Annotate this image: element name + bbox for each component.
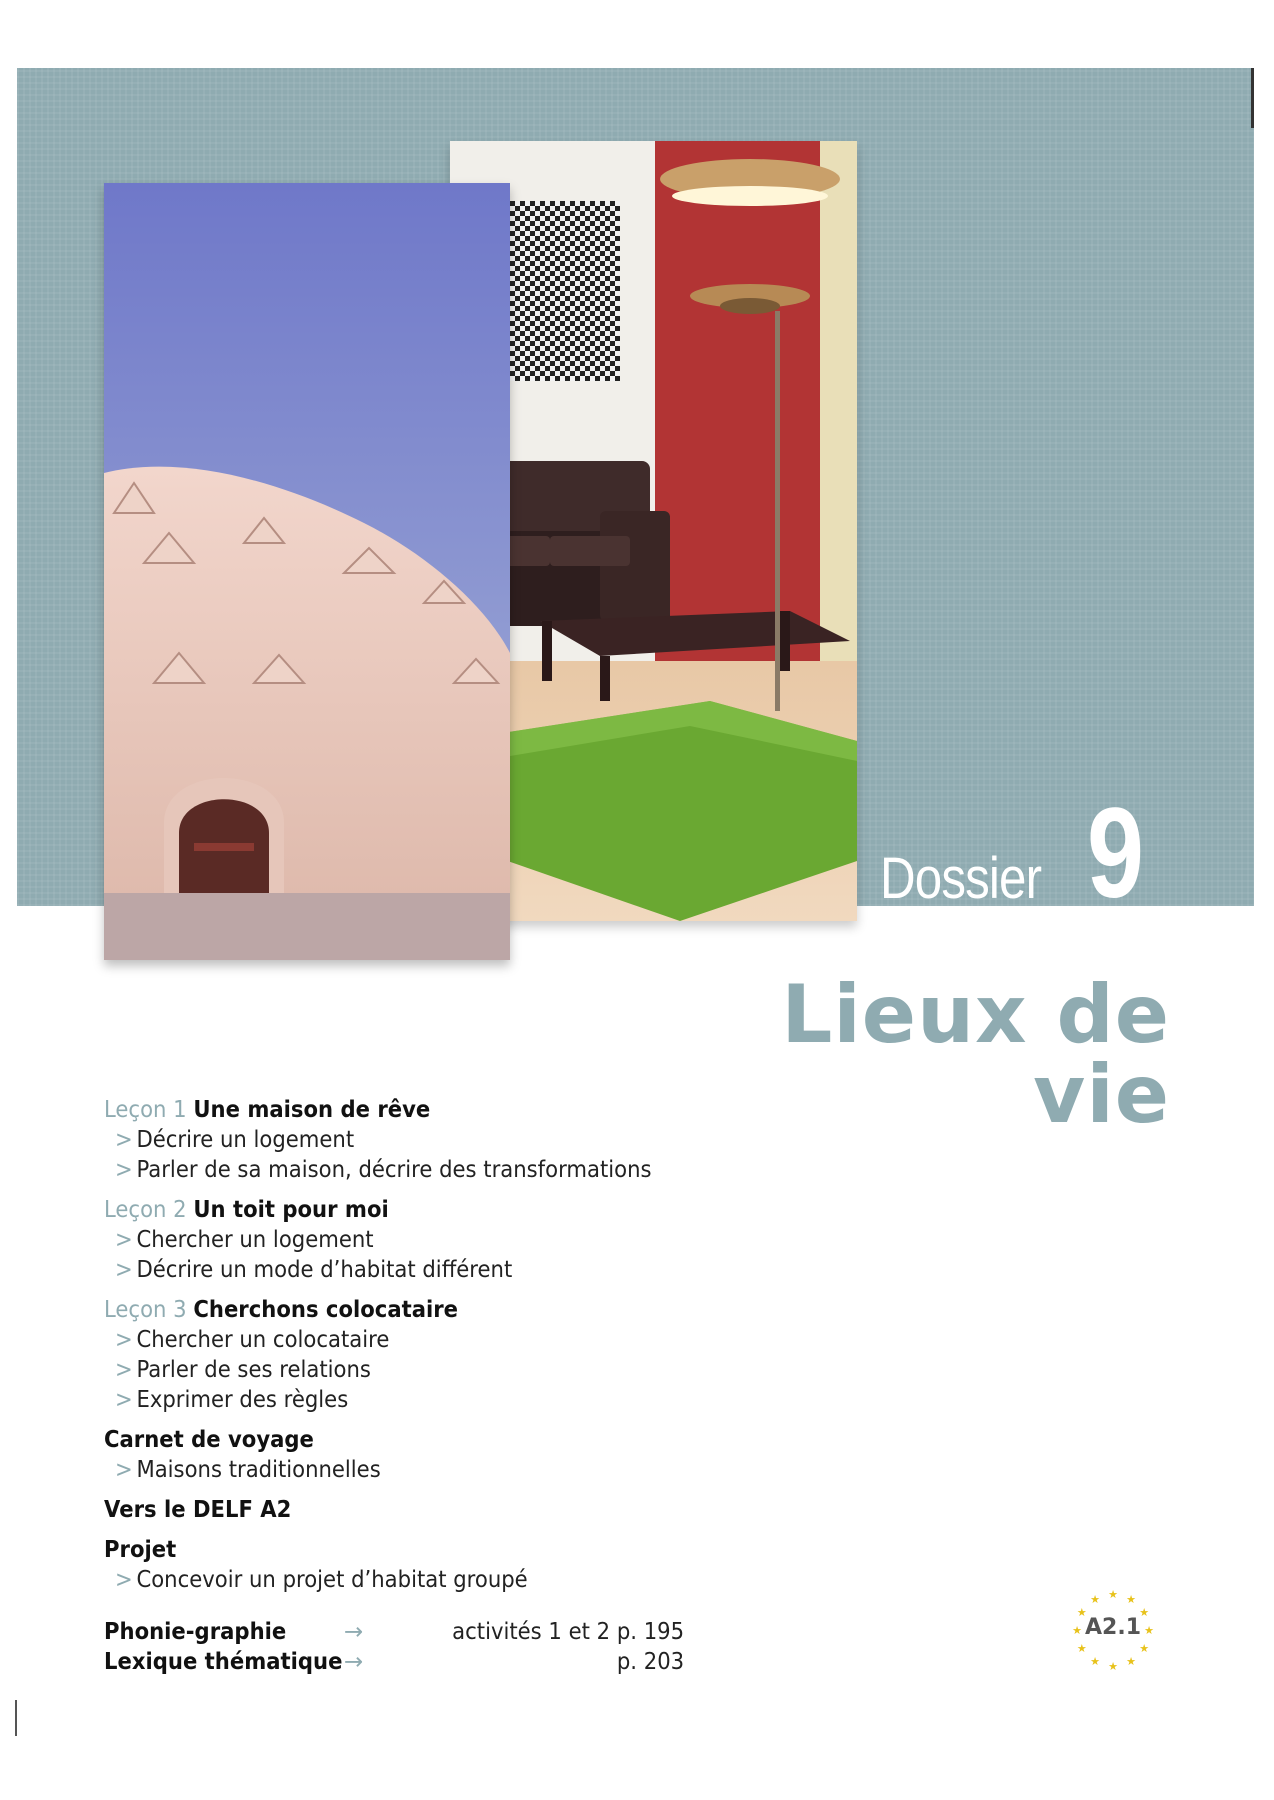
lesson-prefix: Leçon 3 <box>104 1297 187 1323</box>
reference-row: Lexique thématique → p. 203 <box>104 1647 684 1677</box>
page: Dossier 9 Lieux de vie Leçon 1 Une maiso… <box>0 0 1274 1800</box>
carnet-section: Carnet de voyage > Maisons traditionnelle… <box>104 1425 804 1485</box>
list-item: > Chercher un logement <box>104 1225 748 1255</box>
list-item-text: Maisons traditionnelles <box>136 1457 381 1483</box>
projet-section: Projet > Concevoir un projet d’habitat gr… <box>104 1535 804 1595</box>
list-item: > Décrire un logement <box>104 1125 748 1155</box>
star-icon: ★ <box>1126 1593 1136 1606</box>
arrow-right-icon: → <box>344 1649 364 1675</box>
chevron-right-icon: > <box>115 1257 133 1283</box>
lesson-heading: Leçon 3 Cherchons colocataire <box>104 1295 748 1325</box>
level-label: A2.1 <box>1085 1615 1141 1640</box>
chevron-right-icon: > <box>115 1227 133 1253</box>
references: Phonie-graphie → activités 1 et 2 p. 195… <box>104 1617 684 1677</box>
dossier-number: 9 <box>1087 782 1144 925</box>
level-badge: ★ ★ ★ ★ ★ ★ ★ ★ ★ ★ ★ ★ A2.1 <box>1068 1585 1158 1675</box>
star-icon: ★ <box>1090 1655 1100 1668</box>
living-room-photo <box>450 141 857 921</box>
scan-edge-mark <box>1251 68 1254 128</box>
chevron-right-icon: > <box>115 1387 133 1413</box>
star-icon: ★ <box>1139 1642 1149 1655</box>
delf-section: Vers le DELF A2 <box>104 1495 804 1525</box>
star-icon: ★ <box>1108 1660 1118 1673</box>
chevron-right-icon: > <box>115 1457 133 1483</box>
lesson-prefix: Leçon 2 <box>104 1197 187 1223</box>
dossier-label: Dossier 9 <box>880 790 1180 918</box>
star-icon: ★ <box>1108 1588 1118 1601</box>
list-item-text: Chercher un colocataire <box>136 1327 390 1353</box>
arrow-right-icon: → <box>344 1619 364 1645</box>
reference-text: p. 203 <box>616 1649 684 1675</box>
reference-label: Lexique thématique <box>104 1649 343 1675</box>
list-item-text: Exprimer des règles <box>136 1387 349 1413</box>
lesson-3: Leçon 3 Cherchons colocataire > Chercher … <box>104 1295 804 1415</box>
delf-heading: Vers le DELF A2 <box>104 1497 292 1523</box>
list-item-text: Chercher un logement <box>136 1227 374 1253</box>
carnet-heading: Carnet de voyage <box>104 1427 314 1453</box>
lesson-prefix: Leçon 1 <box>104 1097 187 1123</box>
list-item: > Décrire un mode d’habitat différent <box>104 1255 748 1285</box>
list-item-text: Parler de ses relations <box>136 1357 371 1383</box>
reference-row: Phonie-graphie → activités 1 et 2 p. 195 <box>104 1617 684 1647</box>
snow-house-photo <box>104 183 510 960</box>
reference-label: Phonie-graphie <box>104 1619 287 1645</box>
chevron-right-icon: > <box>115 1327 133 1353</box>
lesson-heading: Leçon 2 Un toit pour moi <box>104 1195 748 1225</box>
lesson-name: Une maison de rêve <box>193 1097 431 1123</box>
lesson-2: Leçon 2 Un toit pour moi > Chercher un lo… <box>104 1195 804 1285</box>
list-item-text: Décrire un mode d’habitat différent <box>136 1257 513 1283</box>
list-item-text: Concevoir un projet d’habitat groupé <box>136 1567 528 1593</box>
chevron-right-icon: > <box>115 1357 133 1383</box>
chevron-right-icon: > <box>115 1127 133 1153</box>
list-item-text: Décrire un logement <box>136 1127 355 1153</box>
star-icon: ★ <box>1126 1655 1136 1668</box>
lesson-name: Cherchons colocataire <box>193 1297 459 1323</box>
list-item: > Concevoir un projet d’habitat groupé <box>104 1565 748 1595</box>
reference-text: activités 1 et 2 p. 195 <box>452 1619 684 1645</box>
list-item: > Parler de sa maison, décrire des transf… <box>104 1155 748 1185</box>
lesson-heading: Leçon 1 Une maison de rêve <box>104 1095 748 1125</box>
star-icon: ★ <box>1090 1593 1100 1606</box>
list-item: > Maisons traditionnelles <box>104 1455 748 1485</box>
list-item: > Exprimer des règles <box>104 1385 748 1415</box>
living-room-illustration <box>450 141 857 921</box>
table-of-contents: Leçon 1 Une maison de rêve > Décrire un l… <box>104 1095 804 1605</box>
star-icon: ★ <box>1077 1642 1087 1655</box>
projet-heading: Projet <box>104 1537 177 1563</box>
chevron-right-icon: > <box>115 1157 133 1183</box>
lesson-name: Un toit pour moi <box>193 1197 389 1223</box>
list-item: > Chercher un colocataire <box>104 1325 748 1355</box>
lesson-1: Leçon 1 Une maison de rêve > Décrire un l… <box>104 1095 804 1185</box>
list-item: > Parler de ses relations <box>104 1355 748 1385</box>
snow-house-illustration <box>104 183 510 960</box>
dossier-word: Dossier <box>880 846 1042 911</box>
scan-left-mark <box>15 1700 17 1736</box>
list-item-text: Parler de sa maison, décrire des transfo… <box>136 1157 652 1183</box>
chevron-right-icon: > <box>115 1567 133 1593</box>
